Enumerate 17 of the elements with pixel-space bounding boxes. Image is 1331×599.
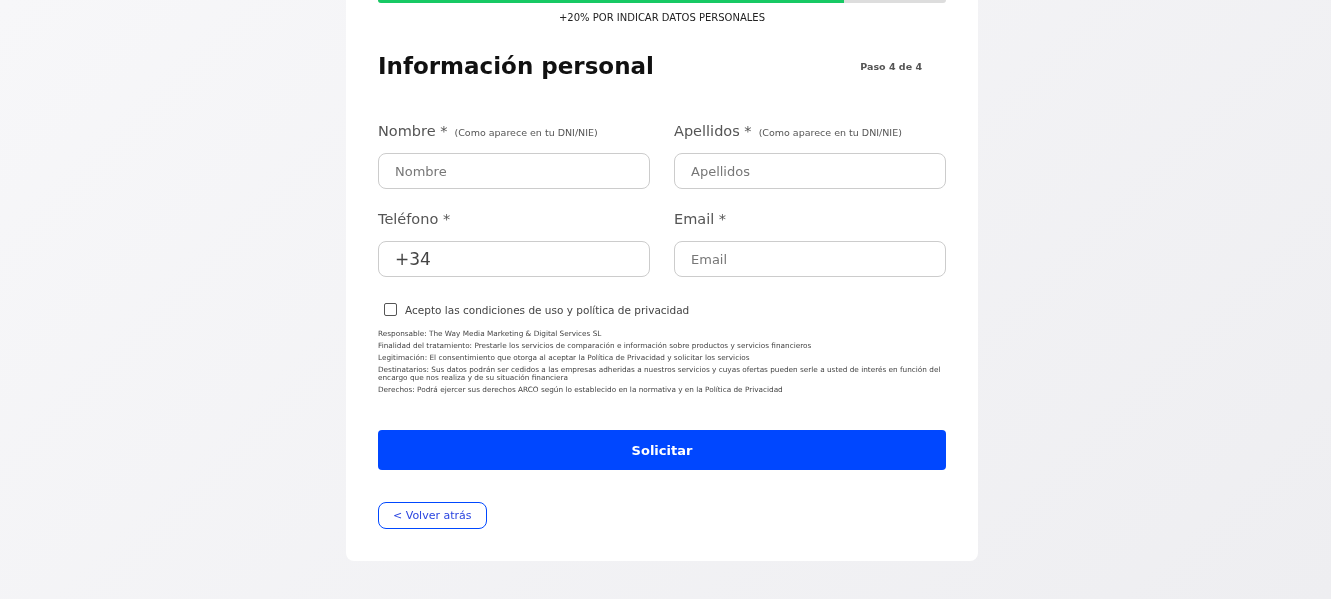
input-field[interactable]: Email xyxy=(674,241,946,277)
input-field[interactable]: Nombre xyxy=(378,153,650,189)
checkbox[interactable] xyxy=(384,303,397,316)
field-label: Apellidos * xyxy=(674,123,752,139)
submit-button[interactable]: Solicitar xyxy=(378,430,946,470)
back-button[interactable]: < Volver atrás xyxy=(378,502,487,529)
field-label: Nombre * xyxy=(378,123,448,139)
field-hint: (Como aparece en tu DNI/NIE) xyxy=(758,127,902,138)
section-title: Información personal xyxy=(378,53,654,79)
input-field[interactable]: Apellidos xyxy=(674,153,946,189)
checkbox-label: Acepto las condiciones de uso y política de privacidad xyxy=(405,303,690,316)
step-indicator: Paso 4 de 4 xyxy=(860,60,922,72)
field-label: Email * xyxy=(674,211,727,227)
field-label: Teléfono * xyxy=(378,211,451,227)
progress-caption: +20% POR INDICAR DATOS PERSONALES xyxy=(558,12,766,23)
input-field[interactable]: +34 xyxy=(378,241,650,277)
field-hint: (Como aparece en tu DNI/NIE) xyxy=(454,127,598,138)
